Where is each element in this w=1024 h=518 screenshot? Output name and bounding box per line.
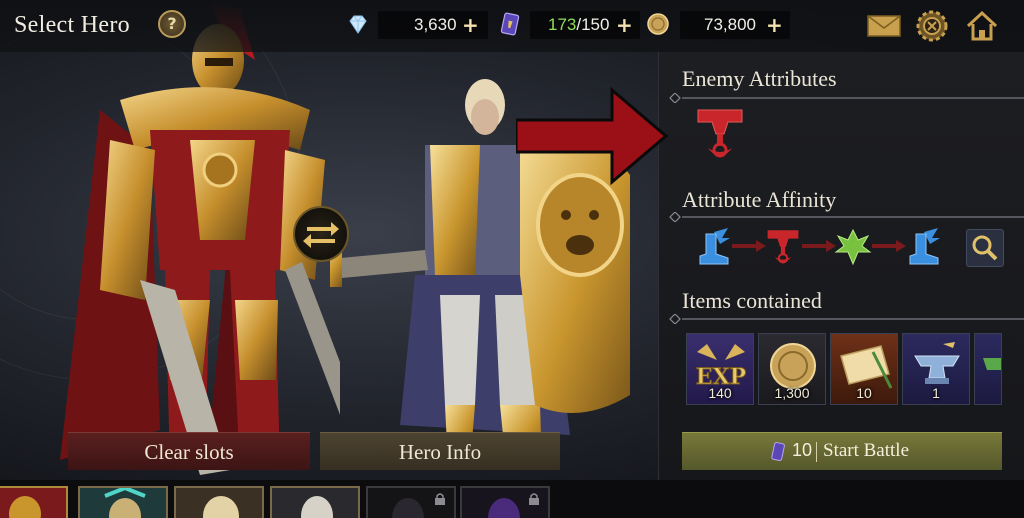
hero-slot-locked[interactable]	[460, 486, 550, 518]
lock-icon	[435, 493, 445, 505]
hero-slot-locked[interactable]	[366, 486, 456, 518]
ticket-counter: 173/150 +	[530, 11, 640, 39]
add-diamonds-button[interactable]: +	[462, 13, 479, 37]
affinity-arrow-icon	[732, 240, 766, 252]
hero-slot[interactable]	[270, 486, 360, 518]
attribute-affinity-title: Attribute Affinity	[682, 187, 837, 212]
reward-item-partial[interactable]	[974, 333, 1002, 405]
diamond-icon	[349, 15, 367, 34]
coin-icon	[647, 13, 669, 35]
leaf-icon	[834, 228, 872, 266]
ticket-icon	[500, 12, 520, 36]
hero-portrait	[272, 488, 358, 518]
start-battle-cost: 10	[792, 440, 813, 460]
ticket-current: 173	[548, 15, 577, 34]
section-divider	[669, 314, 1024, 324]
affinity-arrow-icon	[872, 240, 906, 252]
items-contained-title: Items contained	[682, 288, 822, 313]
winged-boot-icon	[909, 228, 940, 265]
cost-separator	[816, 442, 817, 462]
settings-gear-icon[interactable]	[914, 8, 950, 44]
hammer-icon	[767, 230, 799, 264]
start-battle-button[interactable]: 10 Start Battle	[682, 432, 1002, 470]
item-quantity: 140	[708, 385, 732, 401]
lock-icon	[529, 493, 539, 505]
help-icon[interactable]: ?	[158, 10, 186, 38]
home-icon[interactable]	[964, 8, 1000, 44]
hammer-icon	[697, 109, 743, 158]
coin-amount: 73,800	[704, 15, 756, 34]
clear-slots-button[interactable]: Clear slots	[68, 432, 310, 470]
top-bar: Select Hero ? 3,630 + 173/150 + 73,800 +	[0, 0, 1024, 52]
hero-slot[interactable]	[174, 486, 264, 518]
winged-boot-icon	[699, 228, 730, 265]
affinity-details-button[interactable]	[966, 229, 1004, 267]
reward-item[interactable]: 1	[902, 333, 970, 405]
add-coins-button[interactable]: +	[766, 13, 783, 37]
magnifier-icon	[972, 235, 998, 261]
mail-icon[interactable]	[866, 8, 902, 44]
swap-heroes-button[interactable]	[293, 206, 349, 262]
reward-item[interactable]: 1,300	[758, 333, 826, 405]
affinity-arrow-icon	[802, 240, 836, 252]
enemy-attributes-title: Enemy Attributes	[682, 66, 837, 91]
hero-portrait	[0, 488, 66, 518]
hero-info-button[interactable]: Hero Info	[320, 432, 560, 470]
coin-counter: 73,800 +	[680, 11, 790, 39]
item-quantity: 1	[932, 385, 940, 401]
section-divider	[669, 93, 1024, 103]
reward-item[interactable]: EXP 140	[686, 333, 754, 405]
swap-arrows-icon	[303, 222, 339, 248]
hero-slot[interactable]	[78, 486, 168, 518]
item-quantity: 10	[856, 385, 872, 401]
diamond-counter: 3,630 +	[378, 11, 488, 39]
hero-portrait	[80, 488, 166, 518]
hero-slot[interactable]	[0, 486, 68, 518]
hero-portrait	[176, 488, 262, 518]
start-battle-label: Start Battle	[823, 440, 910, 461]
ticket-max: /150	[576, 15, 610, 34]
section-divider	[669, 212, 1024, 222]
diamond-amount: 3,630	[414, 15, 457, 34]
ticket-icon	[771, 442, 785, 461]
page-title: Select Hero	[14, 12, 130, 38]
reward-item[interactable]: 10	[830, 333, 898, 405]
item-quantity: 1,300	[774, 385, 810, 401]
item-icon	[983, 358, 1001, 370]
annotation-arrow-icon	[516, 86, 668, 186]
add-tickets-button[interactable]: +	[616, 13, 633, 37]
